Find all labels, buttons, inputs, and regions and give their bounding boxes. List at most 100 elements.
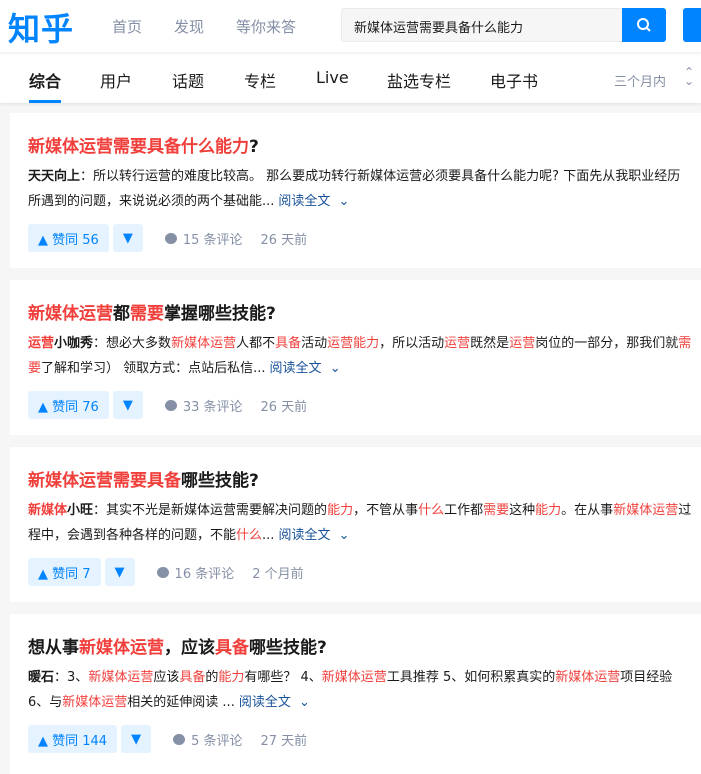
tab-users[interactable]: 用户 (100, 68, 132, 92)
highlight-text: 新媒体运营需要具备 (28, 471, 181, 491)
tab-columns[interactable]: 专栏 (244, 68, 276, 92)
zhihu-logo[interactable]: 知乎 (8, 4, 74, 50)
read-more-link[interactable]: 阅读全文 (278, 194, 330, 209)
highlight-text: 新媒体运营需要具备什么能力 (28, 137, 249, 157)
result-title[interactable]: 新媒体运营都需要掌握哪些技能? (28, 302, 692, 326)
downvote-button[interactable]: ▼ (112, 224, 143, 252)
downvote-button[interactable]: ▼ (104, 558, 135, 586)
comments-button[interactable]: 33 条评论 (164, 396, 243, 415)
highlight-text: 运营能力 (327, 336, 380, 351)
time-filter[interactable]: 三个月内 (614, 71, 666, 90)
author-name[interactable]: 运营小咖秀 (28, 336, 93, 351)
text-segment: 想必大多数 (106, 336, 172, 351)
highlight-text: 能力 (218, 670, 245, 685)
downvote-button[interactable]: ▼ (112, 391, 143, 419)
author-name[interactable]: 天天向上 (28, 169, 80, 184)
tab-topics[interactable]: 话题 (172, 68, 204, 92)
text-segment: 相关的延伸阅读 ... (127, 695, 235, 710)
nav-waiting[interactable]: 等你来答 (236, 16, 296, 37)
text-segment: 都 (113, 304, 130, 324)
highlight-text: 具备 (275, 336, 302, 351)
text-segment: ? (249, 137, 259, 157)
highlight-text: 运营 (28, 336, 55, 351)
search-button[interactable] (622, 8, 666, 42)
text-segment: 人都不 (236, 336, 276, 351)
highlight-text: 具备 (215, 638, 249, 658)
chevron-down-icon[interactable]: ⌄ (334, 194, 350, 209)
main-nav: 首页 发现 等你来答 (112, 16, 328, 37)
read-more-link[interactable]: 阅读全文 (239, 695, 291, 710)
comment-icon (156, 566, 169, 578)
highlight-text: 新媒体运营 (613, 503, 679, 518)
comments-button[interactable]: 15 条评论 (164, 229, 243, 248)
comment-count[interactable]: 16 条评论 (175, 563, 235, 582)
chevron-down-icon[interactable]: ⌄ (295, 695, 310, 710)
result-actions: ▲ 赞同 144 ▼ 5 条评论 27 天前 (28, 725, 692, 753)
text-segment: 其实不光是新媒体运营需要解决问题的 (106, 503, 328, 518)
author-name[interactable]: 暖石 (28, 670, 54, 685)
text-segment: ，不管从事 (353, 503, 419, 518)
result-title[interactable]: 想从事新媒体运营，应该具备哪些技能? (28, 636, 692, 660)
nav-explore[interactable]: 发现 (174, 16, 204, 37)
sort-chevrons-icon[interactable]: ⌃ ⌄ (684, 66, 694, 87)
upvote-button[interactable]: ▲ 赞同 56 (28, 224, 109, 252)
tab-all[interactable]: 综合 (29, 68, 61, 92)
text-segment: ，应该 (164, 638, 215, 658)
result-actions: ▲ 赞同 56 ▼ 15 条评论 26 天前 (28, 224, 692, 252)
chevron-down-icon[interactable]: ⌄ (326, 361, 341, 376)
search-input[interactable]: 新媒体运营需要具备什么能力 (341, 8, 623, 42)
highlight-text: 新媒体运营 (88, 670, 154, 685)
ask-button[interactable] (683, 8, 701, 42)
text-segment: 有哪些？ 4、 (244, 670, 322, 685)
highlight-text: 新媒体 (28, 503, 68, 518)
text-segment: 所以转行运营的难度比较高。 那么要成功转行新媒体运营必须要具备什么能力呢? 下面… (28, 169, 681, 209)
nav-home[interactable]: 首页 (112, 16, 142, 37)
upvote-button[interactable]: ▲ 赞同 76 (28, 391, 109, 419)
result-actions: ▲ 赞同 7 ▼ 16 条评论 2 个月前 (28, 558, 692, 586)
highlight-text: 新媒体运营 (62, 695, 128, 710)
top-header: 知乎 首页 发现 等你来答 新媒体运营需要具备什么能力 (0, 0, 701, 52)
result-excerpt[interactable]: 天天向上：所以转行运营的难度比较高。 那么要成功转行新媒体运营必须要具备什么能力… (28, 164, 692, 214)
highlight-text: 什么 (418, 503, 445, 518)
result-excerpt[interactable]: 运营小咖秀：想必大多数新媒体运营人都不具备活动运营能力，所以活动运营既然是运营岗… (28, 331, 692, 381)
tab-ebooks[interactable]: 电子书 (490, 68, 538, 92)
result-time: 2 个月前 (252, 566, 304, 582)
text-segment: 工具推荐 5、如何积累真实的 (386, 670, 556, 685)
result-excerpt[interactable]: 暖石：3、新媒体运营应该具备的能力有哪些？ 4、新媒体运营工具推荐 5、如何积累… (28, 665, 692, 715)
highlight-text: 具备 (179, 670, 206, 685)
text-segment: 活动 (301, 336, 328, 351)
comment-count[interactable]: 15 条评论 (183, 229, 243, 248)
upvote-button[interactable]: ▲ 赞同 144 (28, 725, 118, 753)
highlight-text: 新媒体运营 (28, 304, 113, 324)
result-excerpt[interactable]: 新媒体小旺：其实不光是新媒体运营需要解决问题的能力，不管从事什么工作都需要这种能… (28, 498, 692, 548)
highlight-text: 需要 (130, 304, 164, 324)
highlight-text: 新媒体运营 (79, 638, 164, 658)
comment-count[interactable]: 33 条评论 (183, 396, 243, 415)
chevron-down-icon[interactable]: ⌄ (334, 528, 350, 543)
search-icon (637, 18, 651, 32)
text-segment: ，所以活动 (379, 336, 445, 351)
comments-button[interactable]: 16 条评论 (156, 563, 235, 582)
comment-icon (173, 733, 186, 745)
result-card: 新媒体运营都需要掌握哪些技能? 运营小咖秀：想必大多数新媒体运营人都不具备活动运营… (10, 280, 701, 435)
tab-live[interactable]: Live (316, 68, 349, 87)
text-segment: 哪些技能? (181, 471, 259, 491)
tab-salt-columns[interactable]: 盐选专栏 (387, 68, 451, 92)
highlight-text: 能力 (535, 503, 562, 518)
author-name[interactable]: 新媒体小旺 (28, 503, 93, 518)
comments-button[interactable]: 5 条评论 (173, 730, 242, 749)
result-actions: ▲ 赞同 76 ▼ 33 条评论 26 天前 (28, 391, 692, 419)
read-more-link[interactable]: 阅读全文 (278, 528, 330, 543)
comment-count[interactable]: 5 条评论 (191, 730, 242, 749)
text-segment: 想从事 (28, 638, 79, 658)
text-segment: 这种 (509, 503, 536, 518)
read-more-link[interactable]: 阅读全文 (270, 361, 322, 376)
downvote-button[interactable]: ▼ (121, 725, 152, 753)
result-title[interactable]: 新媒体运营需要具备什么能力? (28, 135, 692, 159)
upvote-button[interactable]: ▲ 赞同 7 (28, 558, 101, 586)
highlight-text: 运营 (444, 336, 471, 351)
active-tab-indicator (29, 100, 61, 103)
comment-icon (164, 232, 177, 244)
result-title[interactable]: 新媒体运营需要具备哪些技能? (28, 469, 692, 493)
highlight-text: 新媒体运营 (171, 336, 237, 351)
